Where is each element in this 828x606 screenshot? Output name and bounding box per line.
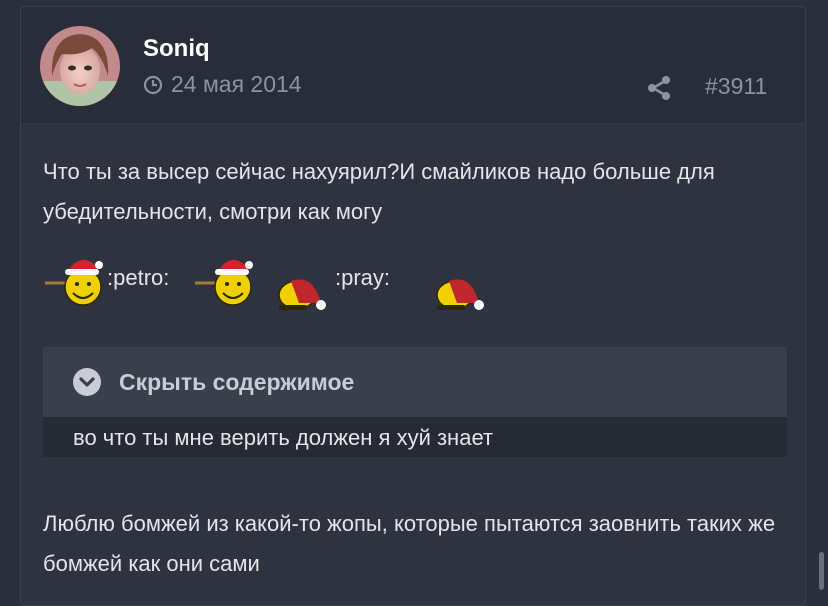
spoiler-content: во что ты мне верить должен я хуй знает [73, 425, 494, 450]
post-number-link[interactable]: #3911 [705, 73, 767, 100]
clock-icon [143, 75, 163, 94]
spoiler-toggle-label[interactable]: Скрыть содержимое [119, 369, 354, 396]
pray-smiley-icon [436, 279, 484, 310]
post-date-text: 24 мая 2014 [171, 71, 302, 97]
share-icon[interactable] [646, 75, 672, 101]
post-card: Soniq 24 мая 2014 #3911 Что ты за высер … [20, 6, 806, 606]
spoiler-toggle-button[interactable]: Скрыть содержимое [43, 347, 787, 417]
scrollbar[interactable] [819, 552, 824, 590]
smiley-row: :petro: :pray: [43, 247, 513, 317]
pray-smiley-icon [278, 279, 326, 310]
author-name[interactable]: Soniq [143, 35, 210, 63]
post-date: 24 мая 2014 [143, 71, 302, 98]
avatar[interactable] [40, 26, 120, 106]
petro-smiley-icon [45, 259, 103, 306]
petro-smiley-icon [195, 259, 253, 306]
spoiler-block: Скрыть содержимое во что ты мне верить д… [43, 347, 787, 457]
smiley-code-petro: :petro: [107, 265, 170, 290]
post-paragraph: Что ты за высер сейчас нахуярил?И смайли… [43, 159, 715, 224]
chevron-down-icon[interactable] [73, 368, 101, 396]
post-header: Soniq 24 мая 2014 #3911 [21, 7, 805, 124]
smiley-code-pray: :pray: [335, 265, 391, 290]
post-paragraph: Люблю бомжей из какой-то жопы, которые п… [43, 511, 776, 576]
